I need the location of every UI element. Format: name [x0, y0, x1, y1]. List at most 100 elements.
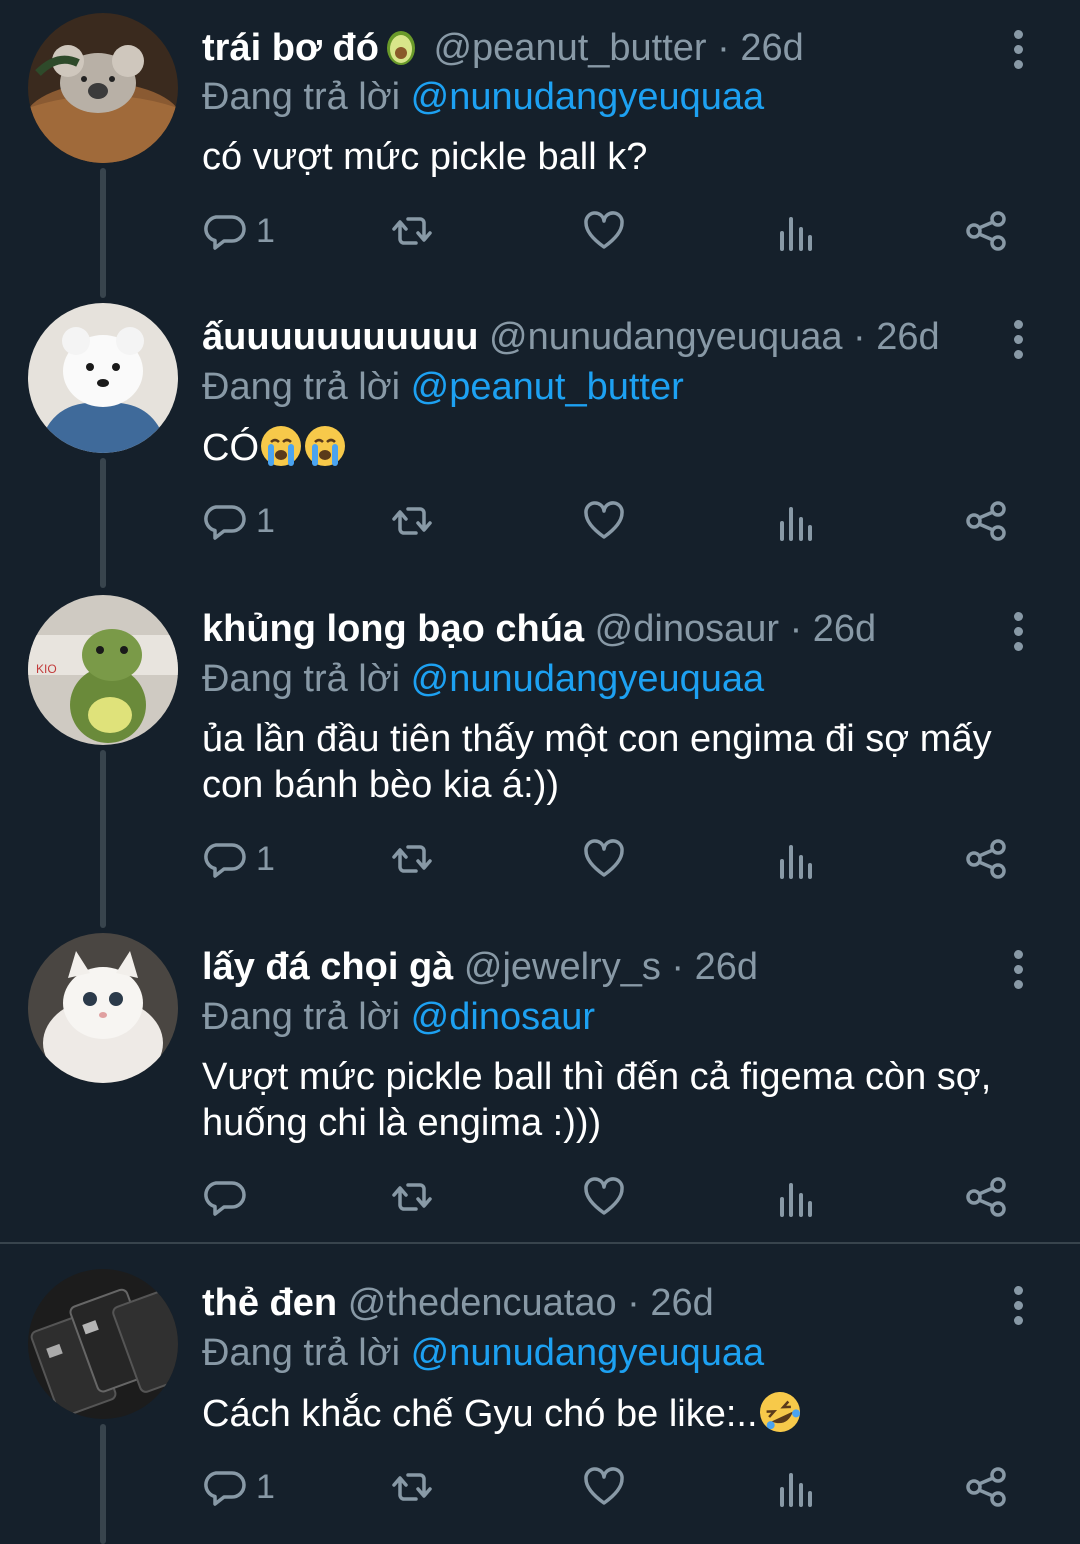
- tweet[interactable]: trái bơ đó @peanut_butter · 26d Đang trả…: [0, 10, 1080, 298]
- tweet-header: trái bơ đó @peanut_butter · 26d: [202, 24, 990, 71]
- more-icon[interactable]: [1006, 612, 1032, 652]
- avatar[interactable]: [28, 303, 178, 453]
- reply-button[interactable]: [202, 1172, 256, 1222]
- reply-icon: [204, 1471, 246, 1506]
- share-button[interactable]: [964, 1462, 1008, 1512]
- replying-to: Đang trả lời @nunudangyeuquaa: [202, 1330, 764, 1376]
- analytics-button[interactable]: [774, 206, 818, 256]
- display-name[interactable]: khủng long bạo chúa: [202, 608, 584, 650]
- more-icon[interactable]: [1006, 950, 1032, 990]
- crying-face-emoji: [261, 426, 301, 466]
- retweet-button[interactable]: [390, 834, 434, 884]
- replying-to: Đang trả lời @peanut_butter: [202, 364, 684, 410]
- share-button[interactable]: [964, 834, 1008, 884]
- handle[interactable]: @thedencuatao: [348, 1282, 617, 1324]
- reply-button[interactable]: 1: [202, 834, 275, 884]
- display-name[interactable]: lấy đá chọi gà: [202, 946, 453, 988]
- retweet-button[interactable]: [390, 1172, 434, 1222]
- retweet-icon: [392, 845, 432, 873]
- avatar[interactable]: [28, 933, 178, 1083]
- reply-count: 1: [256, 501, 275, 540]
- reply-prefix: Đang trả lời: [202, 996, 401, 1038]
- avatar[interactable]: KIO: [28, 595, 178, 745]
- like-icon: [584, 1467, 624, 1505]
- reply-button[interactable]: 1: [202, 1462, 275, 1512]
- timestamp: · 26d: [717, 27, 804, 69]
- analytics-button[interactable]: [774, 1172, 818, 1222]
- display-name[interactable]: ấuuuuuuuuuuu: [202, 316, 478, 358]
- like-icon: [584, 211, 624, 249]
- share-button[interactable]: [964, 496, 1008, 546]
- white-dog-avatar: [28, 303, 178, 453]
- tweet-text: Vượt mức pickle ball thì đến cả figema c…: [202, 1056, 992, 1144]
- like-button[interactable]: [582, 834, 626, 884]
- thread-separator: [0, 1242, 1080, 1244]
- action-bar: [202, 1172, 1042, 1222]
- thread-line: [100, 458, 106, 588]
- analytics-icon: [780, 1473, 812, 1507]
- like-button[interactable]: [582, 1462, 626, 1512]
- koala-avatar: [28, 13, 178, 163]
- more-icon[interactable]: [1006, 1286, 1032, 1326]
- reply-prefix: Đang trả lời: [202, 658, 401, 700]
- black-cards-avatar: [28, 1269, 178, 1419]
- share-icon: [966, 1467, 1006, 1507]
- retweet-button[interactable]: [390, 496, 434, 546]
- reply-button[interactable]: 1: [202, 206, 275, 256]
- like-icon: [584, 1177, 624, 1215]
- timestamp: · 26d: [627, 1282, 714, 1324]
- tweet-header: khủng long bạo chúa @dinosaur · 26d: [202, 606, 990, 652]
- reply-mention[interactable]: @nunudangyeuquaa: [411, 76, 764, 118]
- analytics-button[interactable]: [774, 834, 818, 884]
- thread-line: [100, 1424, 106, 1544]
- tweet[interactable]: KIO khủng long bạo chúa @dinosaur · 26d …: [0, 592, 1080, 928]
- action-bar: 1: [202, 206, 1042, 256]
- reply-count: 1: [256, 1467, 275, 1506]
- retweet-icon: [392, 507, 432, 535]
- avatar[interactable]: [28, 1269, 178, 1419]
- reply-feed: trái bơ đó @peanut_butter · 26d Đang trả…: [0, 0, 1080, 1544]
- display-name[interactable]: thẻ đen: [202, 1282, 337, 1324]
- reply-button[interactable]: 1: [202, 496, 275, 546]
- share-icon: [966, 501, 1006, 541]
- reply-icon: [204, 843, 246, 878]
- reply-prefix: Đang trả lời: [202, 366, 401, 408]
- reply-icon: [204, 215, 246, 250]
- reply-mention[interactable]: @peanut_butter: [411, 366, 684, 408]
- tweet-text: có vượt mức pickle ball k?: [202, 136, 648, 178]
- analytics-button[interactable]: [774, 496, 818, 546]
- handle[interactable]: @dinosaur: [595, 608, 779, 650]
- share-button[interactable]: [964, 206, 1008, 256]
- like-button[interactable]: [582, 1172, 626, 1222]
- share-icon: [966, 839, 1006, 879]
- tweet[interactable]: thẻ đen @thedencuatao · 26d Đang trả lời…: [0, 1266, 1080, 1544]
- handle[interactable]: @peanut_butter: [433, 27, 706, 69]
- rolling-laughing-emoji: [759, 1392, 800, 1432]
- timestamp: · 26d: [671, 946, 759, 988]
- handle[interactable]: @nunudangyeuquaa: [489, 316, 842, 358]
- analytics-icon: [780, 845, 812, 879]
- reply-mention[interactable]: @nunudangyeuquaa: [411, 658, 764, 700]
- tweet-text: CÓ: [202, 427, 259, 469]
- tweet[interactable]: ấuuuuuuuuuuu @nunudangyeuquaa · 26d Đang…: [0, 300, 1080, 588]
- more-icon[interactable]: [1006, 30, 1032, 70]
- retweet-button[interactable]: [390, 206, 434, 256]
- handle[interactable]: @jewelry_s: [464, 946, 661, 988]
- analytics-button[interactable]: [774, 1462, 818, 1512]
- tweet[interactable]: lấy đá chọi gà @jewelry_s · 26d Đang trả…: [0, 930, 1080, 1230]
- reply-mention[interactable]: @nunudangyeuquaa: [411, 1332, 764, 1374]
- reply-mention[interactable]: @dinosaur: [411, 996, 595, 1038]
- display-name[interactable]: trái bơ đó: [202, 27, 379, 69]
- replying-to: Đang trả lời @nunudangyeuquaa: [202, 656, 764, 702]
- reply-icon: [204, 505, 246, 540]
- like-button[interactable]: [582, 496, 626, 546]
- like-button[interactable]: [582, 206, 626, 256]
- analytics-icon: [780, 217, 812, 251]
- retweet-icon: [392, 1183, 432, 1211]
- share-button[interactable]: [964, 1172, 1008, 1222]
- avatar[interactable]: [28, 13, 178, 163]
- retweet-button[interactable]: [390, 1462, 434, 1512]
- white-cat-avatar: [28, 933, 178, 1083]
- reply-prefix: Đang trả lời: [202, 76, 401, 118]
- more-icon[interactable]: [1006, 320, 1032, 360]
